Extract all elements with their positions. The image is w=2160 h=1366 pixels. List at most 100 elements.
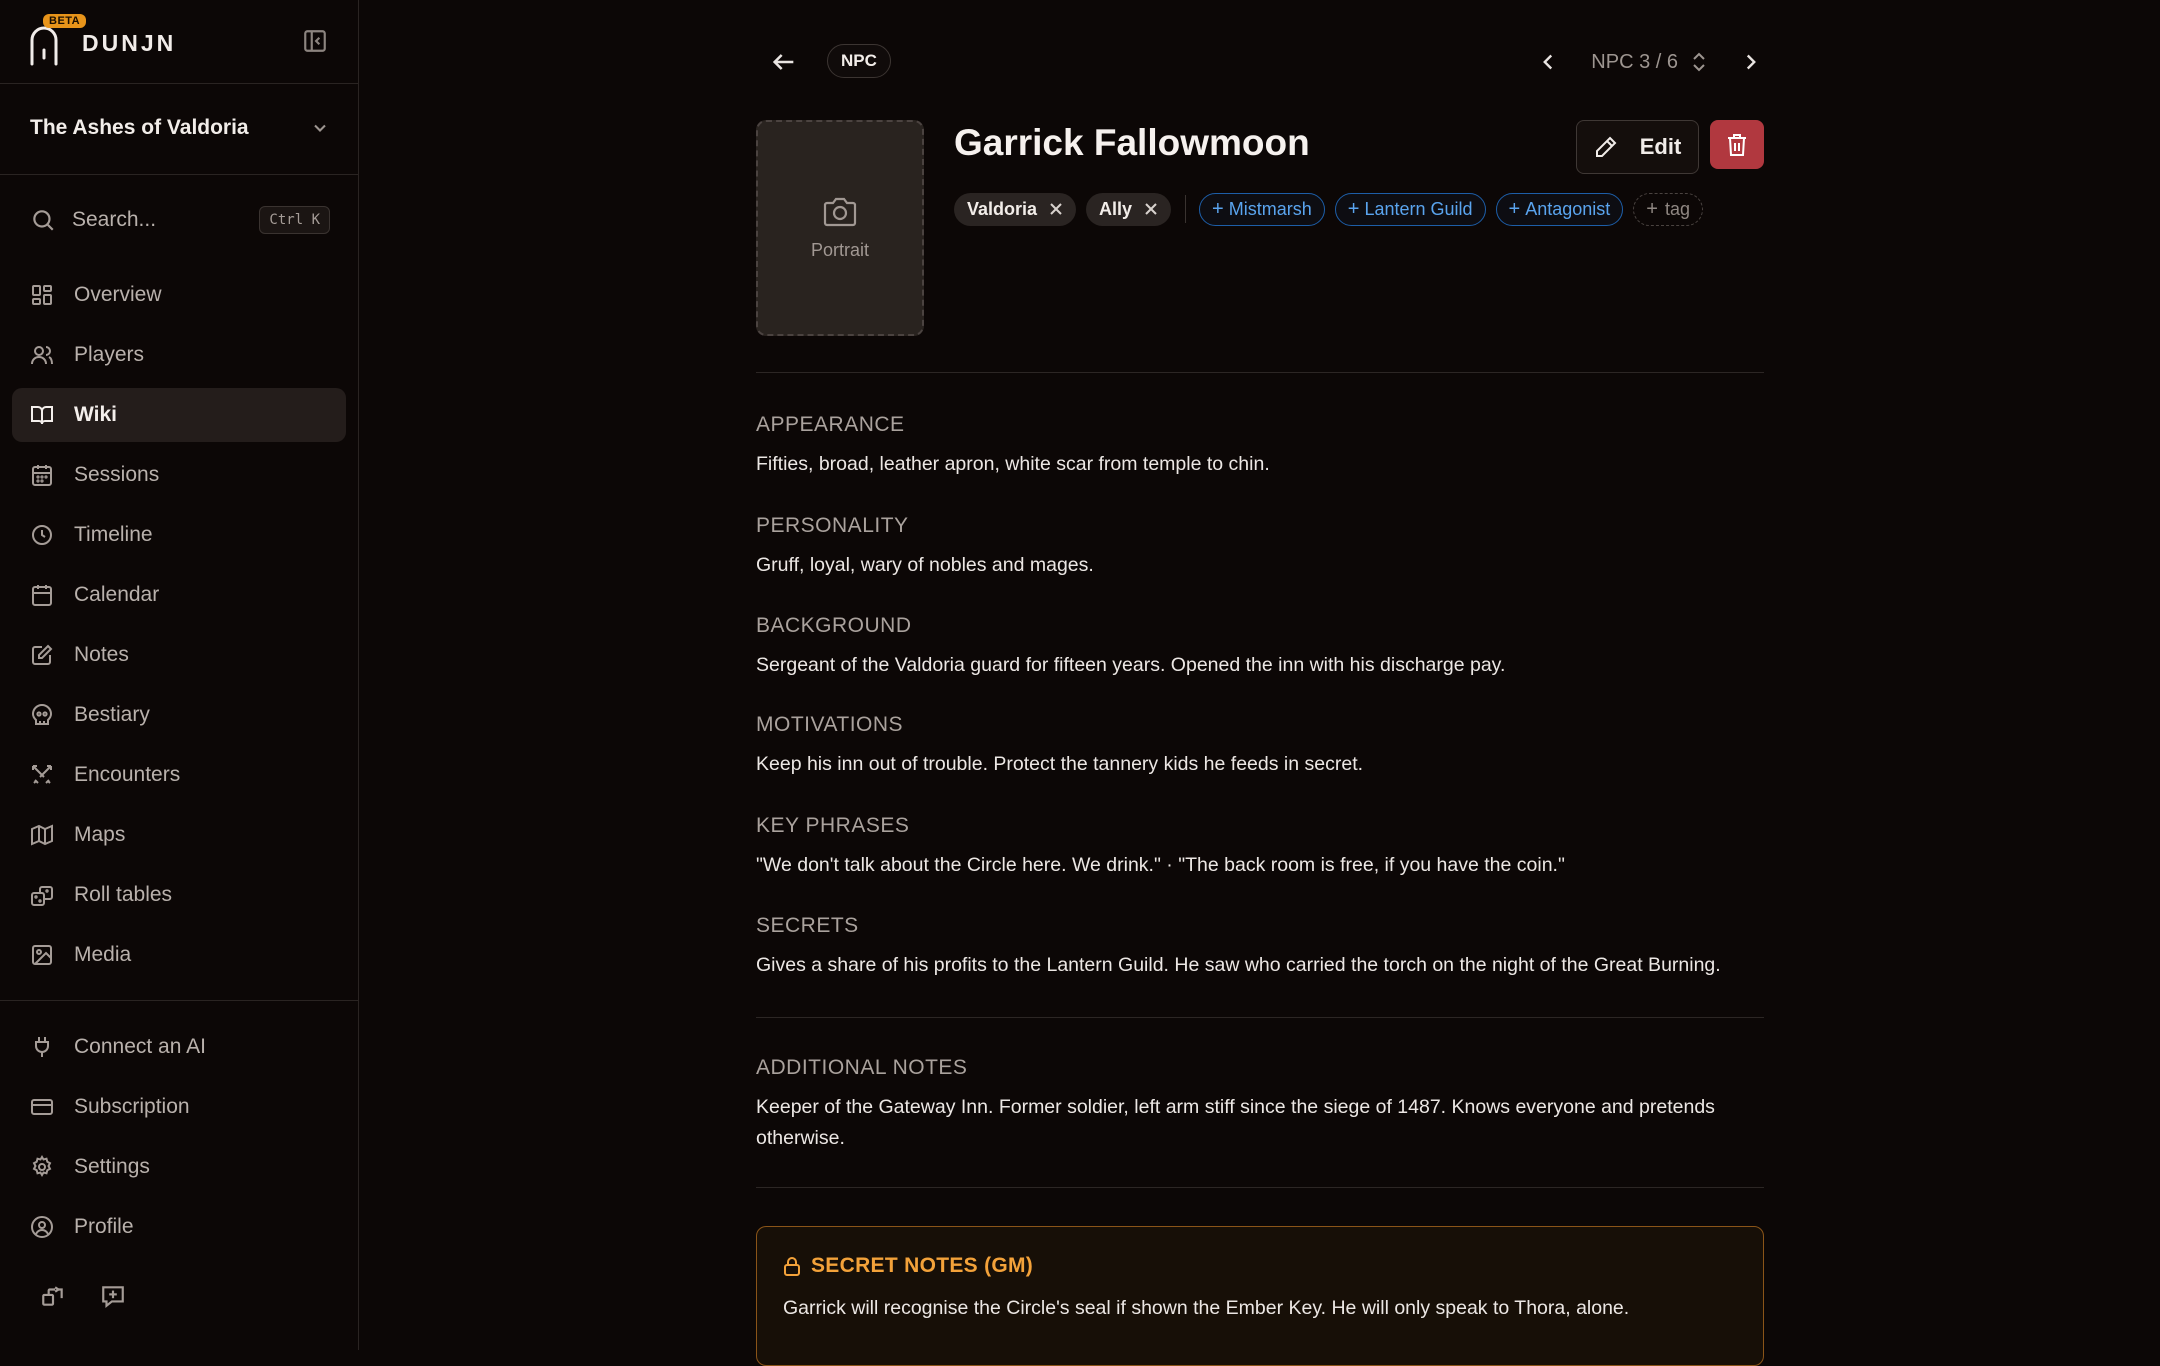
- edit-button[interactable]: Edit: [1576, 120, 1699, 174]
- sidebar-divider: [0, 174, 359, 175]
- entry-toolbar: NPC NPC 3 / 6: [756, 44, 1764, 80]
- calendar-icon: [32, 585, 52, 606]
- sidebar-item-notes[interactable]: Notes: [12, 628, 346, 682]
- sidebar-item-label: Wiki: [74, 403, 117, 426]
- sidebar-item-label: Media: [74, 943, 132, 966]
- close-icon[interactable]: [1049, 202, 1063, 216]
- sidebar-item-profile[interactable]: Profile: [12, 1200, 346, 1254]
- feedback-icon[interactable]: [100, 1283, 126, 1309]
- secret-notes-title: SECRET NOTES (GM): [811, 1254, 1034, 1277]
- sidebar-item-calendar[interactable]: Calendar: [12, 568, 346, 622]
- section-text: Gives a share of his profits to the Lant…: [756, 954, 1721, 976]
- tag-chip: Ally: [1086, 192, 1172, 226]
- sidebar-item-label: Notes: [74, 643, 129, 666]
- chevron-right-icon[interactable]: [1738, 49, 1764, 75]
- search-button[interactable]: Search... Ctrl K: [30, 202, 330, 238]
- sidebar-item-encounters[interactable]: Encounters: [12, 748, 346, 802]
- sidebar-footer: [40, 1283, 126, 1309]
- add-tag-label: tag: [1664, 198, 1690, 219]
- suggested-tag-button[interactable]: + Lantern Guild: [1334, 192, 1486, 226]
- grid-icon: [32, 285, 52, 305]
- sidebar-item-overview[interactable]: Overview: [12, 268, 346, 322]
- chevrons-up-down-icon[interactable]: [1690, 49, 1708, 75]
- trash-icon: [1728, 133, 1746, 156]
- section-background: BACKGROUND Sergeant of the Valdoria guar…: [756, 614, 1764, 681]
- section-text: "We don't talk about the Circle here. We…: [756, 854, 1565, 876]
- sidebar-item-subscription[interactable]: Subscription: [12, 1080, 346, 1134]
- tag-chip: Valdoria: [954, 192, 1077, 226]
- sidebar-item-players[interactable]: Players: [12, 328, 346, 382]
- back-arrow-icon[interactable]: [770, 48, 798, 76]
- image-icon: [32, 945, 52, 965]
- sidebar-item-timeline[interactable]: Timeline: [12, 508, 346, 562]
- search-icon: [33, 210, 54, 231]
- sidebar-item-label: Sessions: [74, 463, 160, 486]
- suggested-tag-label: Antagonist: [1525, 198, 1611, 219]
- sidebar-item-roll-tables[interactable]: Roll tables: [12, 868, 346, 922]
- section-heading: MOTIVATIONS: [756, 713, 904, 736]
- section-text: Keeper of the Gateway Inn. Former soldie…: [756, 1096, 1715, 1149]
- secret-notes-text: Garrick will recognise the Circle's seal…: [783, 1297, 1630, 1319]
- sidebar-item-label: Calendar: [74, 583, 160, 606]
- secondary-nav: Connect an AI Subscription Settings Prof…: [12, 1020, 346, 1260]
- tag-label: Valdoria: [967, 198, 1038, 219]
- user-circle-icon: [31, 1216, 53, 1238]
- entry-type-badge: NPC: [827, 44, 891, 78]
- plus-icon: +: [1508, 197, 1521, 220]
- close-icon[interactable]: [1144, 202, 1158, 216]
- section-heading: APPEARANCE: [756, 413, 905, 436]
- sidebar-item-label: Roll tables: [74, 883, 173, 906]
- collapse-sidebar-icon[interactable]: [302, 28, 328, 54]
- pencil-icon: [1595, 136, 1617, 157]
- sidebar-item-sessions[interactable]: Sessions: [12, 448, 346, 502]
- calendar-days-icon: [32, 465, 52, 486]
- sidebar-item-label: Subscription: [74, 1095, 190, 1118]
- plus-icon: +: [1212, 197, 1224, 220]
- lock-icon: [784, 1257, 800, 1276]
- chevron-left-icon[interactable]: [1535, 49, 1561, 75]
- main-nav: Overview Players Wiki Sessions Timeline …: [12, 268, 346, 988]
- section-motivations: MOTIVATIONS Keep his inn out of trouble.…: [756, 713, 1764, 780]
- sidebar-item-label: Maps: [74, 823, 126, 846]
- add-tag-button[interactable]: + tag: [1633, 192, 1703, 226]
- dice-icon: [31, 886, 53, 906]
- brand-name: DUNJN: [82, 30, 177, 56]
- portrait-upload[interactable]: Portrait: [756, 120, 924, 336]
- brand[interactable]: BETA DUNJN: [28, 14, 328, 68]
- suggested-tag-button[interactable]: + Mistmarsh: [1199, 192, 1325, 226]
- entry-detail: NPC NPC 3 / 6 Portrait Garrick Fallowmoo…: [756, 0, 1764, 1366]
- suggested-tag-label: Lantern Guild: [1364, 198, 1473, 219]
- switch-icon[interactable]: [40, 1283, 66, 1309]
- sidebar-item-label: Encounters: [74, 763, 181, 786]
- sidebar-item-connect-ai[interactable]: Connect an AI: [12, 1020, 346, 1074]
- sidebar-item-label: Bestiary: [74, 703, 150, 726]
- sidebar-item-label: Connect an AI: [74, 1035, 206, 1058]
- section-key-phrases: KEY PHRASES "We don't talk about the Cir…: [756, 814, 1764, 881]
- sidebar-item-label: Profile: [74, 1215, 134, 1238]
- section-divider: [756, 1187, 1764, 1188]
- section-heading: SECRETS: [756, 914, 859, 937]
- skull-icon: [31, 703, 53, 725]
- section-heading: ADDITIONAL NOTES: [756, 1056, 968, 1079]
- sidebar-item-media[interactable]: Media: [12, 928, 346, 982]
- sidebar-item-maps[interactable]: Maps: [12, 808, 346, 862]
- section-heading: KEY PHRASES: [756, 814, 910, 837]
- section-divider: [756, 372, 1764, 373]
- users-icon: [31, 346, 53, 365]
- sidebar-item-settings[interactable]: Settings: [12, 1140, 346, 1194]
- section-text: Sergeant of the Valdoria guard for fifte…: [756, 654, 1506, 676]
- sidebar-item-wiki[interactable]: Wiki: [12, 388, 346, 442]
- chevron-down-icon: [314, 124, 326, 132]
- book-icon: [31, 406, 53, 425]
- section-heading: BACKGROUND: [756, 614, 912, 637]
- tag-list: Valdoria Ally + Mistmarsh + Lantern Guil…: [954, 192, 1703, 226]
- campaign-selector[interactable]: The Ashes of Valdoria: [30, 108, 330, 148]
- clock-icon: [32, 525, 52, 545]
- map-icon: [31, 824, 53, 846]
- sidebar-item-bestiary[interactable]: Bestiary: [12, 688, 346, 742]
- sidebar-divider: [0, 1000, 359, 1001]
- sidebar-item-label: Settings: [74, 1155, 150, 1178]
- suggested-tag-button[interactable]: + Antagonist: [1495, 192, 1624, 226]
- sidebar-divider: [0, 83, 359, 84]
- delete-button[interactable]: [1710, 120, 1764, 169]
